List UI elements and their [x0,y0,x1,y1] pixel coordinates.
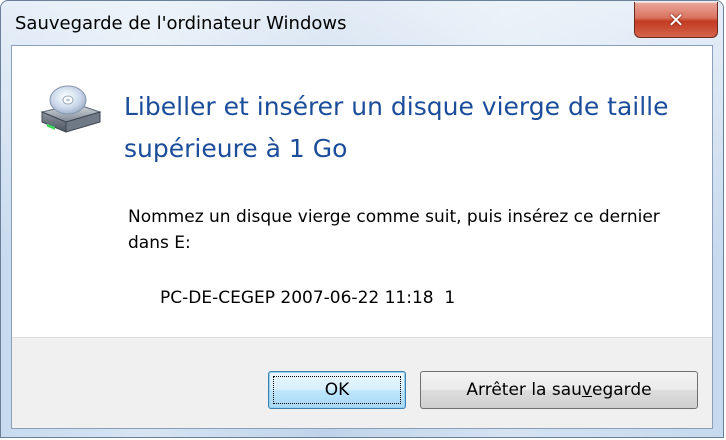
dialog-content: Libeller et insérer un disque vierge de … [12,46,712,337]
main-instruction: Libeller et insérer un disque vierge de … [124,92,669,163]
optical-drive-icon [40,85,102,133]
ok-button-label: OK [324,380,350,400]
instruction-text: Nommez un disque vierge comme suit, puis… [128,207,660,253]
button-bar: OK Arrêter la sau v egarde [12,337,712,428]
title-bar[interactable]: Sauvegarde de l'ordinateur Windows ✕ [1,1,723,45]
window-title: Sauvegarde de l'ordinateur Windows [15,13,347,34]
stop-button-label-start: Arrêter la sau [466,380,582,400]
stop-backup-button[interactable]: Arrêter la sau v egarde [420,371,698,409]
ok-button[interactable]: OK [268,371,406,409]
dialog-window: Sauvegarde de l'ordinateur Windows ✕ Lib… [0,0,724,438]
close-icon: ✕ [667,7,685,32]
stop-button-access-key: v [581,380,592,400]
disc-label-value: PC-DE-CEGEP 2007-06-22 11:18 1 [160,288,456,308]
close-button[interactable]: ✕ [634,2,718,38]
stop-button-label-end: egarde [591,380,652,400]
dialog-client-area: Libeller et insérer un disque vierge de … [11,45,713,429]
